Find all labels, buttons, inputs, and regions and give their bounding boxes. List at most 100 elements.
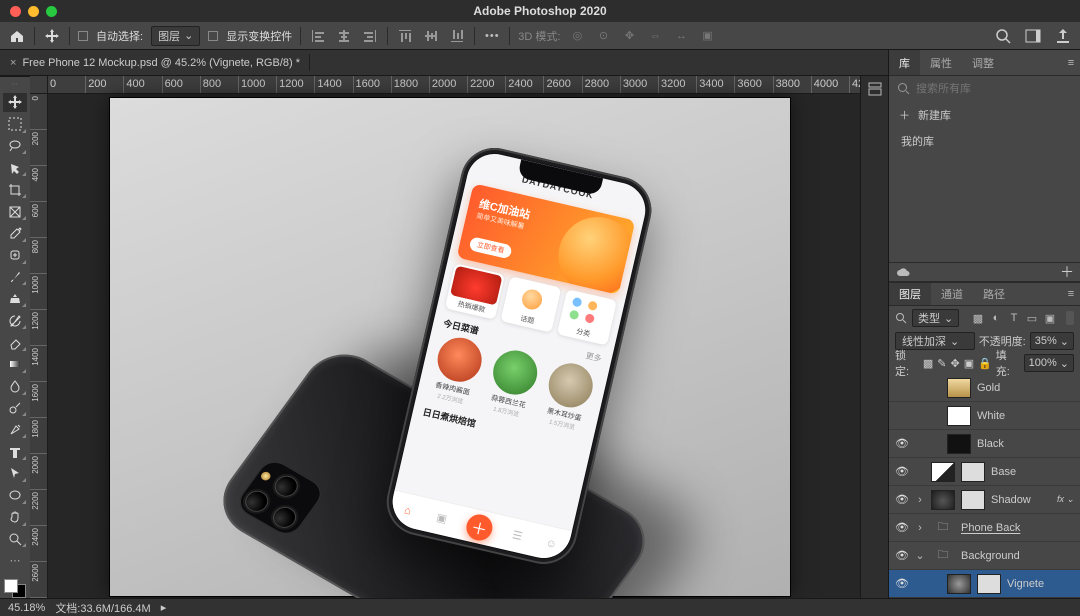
ruler-corner[interactable] <box>30 76 48 94</box>
layer-name-label[interactable]: White <box>977 410 1074 422</box>
foreground-color-swatch[interactable] <box>4 579 18 593</box>
panel-grip-icon[interactable]: ∙∙ <box>12 79 18 88</box>
share-icon[interactable] <box>1054 27 1072 45</box>
tab-channels[interactable]: 通道 <box>931 283 973 305</box>
layer-thumbnail[interactable] <box>931 490 955 510</box>
panel-menu-icon[interactable]: ≡ <box>1062 54 1080 72</box>
crop-tool[interactable] <box>3 180 27 199</box>
healing-brush-tool[interactable] <box>3 246 27 265</box>
filter-toggle-icon[interactable] <box>1066 311 1074 325</box>
layer-mask-thumbnail[interactable] <box>961 490 985 510</box>
show-transform-checkbox[interactable] <box>208 31 218 41</box>
layer-visibility-icon[interactable]: 👁 <box>895 521 909 534</box>
workspace-icon[interactable] <box>1024 27 1042 45</box>
blur-tool[interactable] <box>3 377 27 396</box>
move-tool-indicator-icon[interactable] <box>43 27 61 45</box>
fill-value-input[interactable]: 100%⌄ <box>1024 354 1074 372</box>
layer-row[interactable]: 👁 ⌄ 🗀 Background <box>889 542 1080 570</box>
library-item[interactable]: 我的库 <box>889 129 1080 153</box>
lock-pixels-icon[interactable]: ▩ <box>923 357 933 370</box>
foreground-background-swatch[interactable] <box>4 579 26 598</box>
shape-tool[interactable] <box>3 486 27 505</box>
layer-thumbnail[interactable] <box>947 406 971 426</box>
layer-row[interactable]: Gold <box>889 374 1080 402</box>
layer-expand-icon[interactable]: › <box>915 494 925 506</box>
layer-name-label[interactable]: Background <box>961 550 1074 562</box>
auto-select-target-dropdown[interactable]: 图层⌄ <box>151 26 200 46</box>
document-canvas[interactable]: DAYDAYCOOK 维C加油站 简单又美味解暑 立即查看 热销爆款 话题 分类… <box>110 98 790 596</box>
clone-stamp-tool[interactable] <box>3 289 27 308</box>
folder-icon[interactable]: 🗀 <box>931 518 955 538</box>
status-more-icon[interactable]: ▸ <box>161 601 167 614</box>
more-align-icon[interactable]: ••• <box>483 27 501 45</box>
layer-row[interactable]: 👁Vignete <box>889 570 1080 598</box>
layer-fx-badge[interactable]: fx ⌄ <box>1057 494 1074 505</box>
tab-adjustments[interactable]: 调整 <box>962 50 1004 75</box>
folder-icon[interactable]: 🗀 <box>931 546 955 566</box>
layer-row[interactable]: White <box>889 402 1080 430</box>
layer-thumbnail[interactable] <box>947 378 971 398</box>
fullscreen-window-icon[interactable] <box>46 6 57 17</box>
layer-row[interactable]: 👁›🗀Phone Back <box>889 514 1080 542</box>
align-vertical-centers-icon[interactable] <box>422 27 440 45</box>
layer-name-label[interactable]: Base <box>991 466 1074 478</box>
layer-row[interactable]: 👁Base <box>889 458 1080 486</box>
layer-expand-icon[interactable]: › <box>915 522 925 534</box>
layer-expand-icon[interactable]: ⌄ <box>915 549 925 562</box>
history-brush-tool[interactable] <box>3 311 27 330</box>
edit-toolbar-icon[interactable]: ⋯ <box>3 551 27 570</box>
dodge-tool[interactable] <box>3 399 27 418</box>
marquee-tool[interactable] <box>3 115 27 134</box>
layer-mask-thumbnail[interactable] <box>977 574 1001 594</box>
layer-thumbnail[interactable] <box>947 574 971 594</box>
library-search-input[interactable] <box>916 83 1072 95</box>
doc-info-readout[interactable]: 文档:33.6M/166.4M <box>55 600 150 616</box>
align-top-edges-icon[interactable] <box>396 27 414 45</box>
orbit-3d-icon[interactable]: ◎ <box>568 27 586 45</box>
opacity-value-input[interactable]: 35%⌄ <box>1030 332 1074 350</box>
filter-type-icon[interactable]: T <box>1007 311 1021 325</box>
layer-thumbnail[interactable] <box>947 434 971 454</box>
layer-visibility-icon[interactable]: 👁 <box>895 549 909 562</box>
quick-select-tool[interactable] <box>3 158 27 177</box>
search-icon[interactable] <box>994 27 1012 45</box>
layer-thumbnail[interactable] <box>931 462 955 482</box>
cloud-icon[interactable] <box>895 266 911 278</box>
hand-tool[interactable] <box>3 508 27 527</box>
filter-shape-icon[interactable]: ▭ <box>1025 311 1039 325</box>
close-window-icon[interactable] <box>10 6 21 17</box>
layer-row[interactable]: 👁›Shadowfx ⌄ <box>889 486 1080 514</box>
auto-select-checkbox[interactable] <box>78 31 88 41</box>
close-tab-icon[interactable]: × <box>10 57 16 69</box>
tab-properties[interactable]: 属性 <box>920 50 962 75</box>
tab-libraries[interactable]: 库 <box>889 50 920 75</box>
lasso-tool[interactable] <box>3 137 27 156</box>
document-tab[interactable]: × Free Phone 12 Mockup.psd @ 45.2% (Vign… <box>0 50 310 75</box>
align-right-edges-icon[interactable] <box>361 27 379 45</box>
minimize-window-icon[interactable] <box>28 6 39 17</box>
move-tool[interactable] <box>3 93 27 112</box>
eraser-tool[interactable] <box>3 333 27 352</box>
pan-3d-icon[interactable]: ✥ <box>620 27 638 45</box>
layer-row[interactable]: 👁Black <box>889 430 1080 458</box>
pen-tool[interactable] <box>3 420 27 439</box>
scale-3d-icon[interactable]: ↔ <box>672 27 690 45</box>
lock-position-icon[interactable]: ✥ <box>950 357 959 370</box>
roll-3d-icon[interactable]: ⊙ <box>594 27 612 45</box>
history-panel-icon[interactable] <box>866 80 884 98</box>
tab-layers[interactable]: 图层 <box>889 283 931 305</box>
path-select-tool[interactable] <box>3 464 27 483</box>
align-bottom-edges-icon[interactable] <box>448 27 466 45</box>
zoom-readout[interactable]: 45.18% <box>8 602 45 614</box>
layer-name-label[interactable]: Shadow <box>991 494 1051 506</box>
layer-name-label[interactable]: Black <box>977 438 1074 450</box>
gradient-tool[interactable] <box>3 355 27 374</box>
zoom-tool[interactable] <box>3 530 27 549</box>
canvas-area[interactable]: 0200400600800100012001400160018002000220… <box>30 76 888 598</box>
new-library-button[interactable]: ＋新建库 <box>889 101 1080 129</box>
filter-search-icon[interactable] <box>895 312 907 324</box>
home-button[interactable] <box>8 27 26 45</box>
panel-menu-icon[interactable]: ≡ <box>1062 285 1080 303</box>
layer-visibility-icon[interactable]: 👁 <box>895 577 909 590</box>
align-horizontal-centers-icon[interactable] <box>335 27 353 45</box>
